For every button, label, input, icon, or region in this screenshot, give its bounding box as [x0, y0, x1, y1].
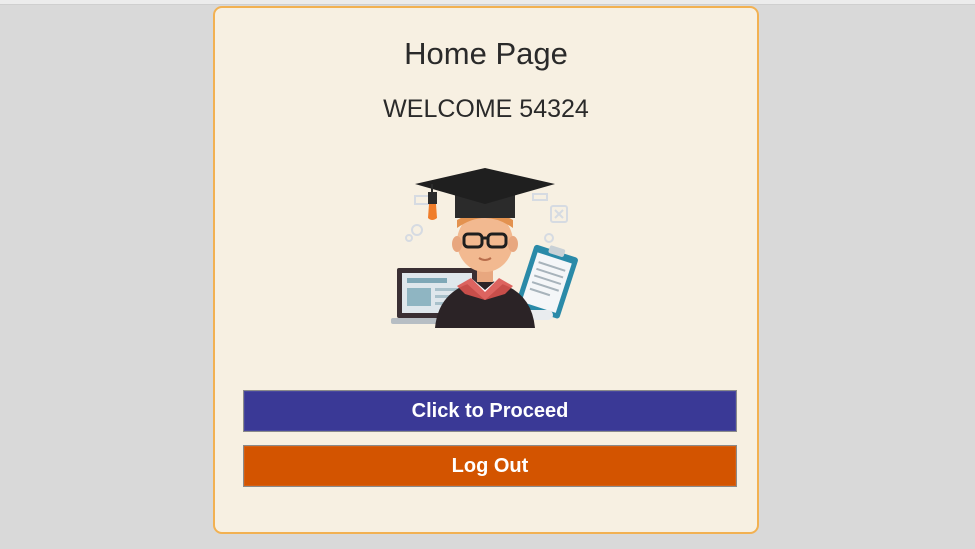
proceed-button[interactable]: Click to Proceed: [243, 390, 737, 432]
page-title: Home Page: [404, 36, 568, 71]
welcome-message: WELCOME 54324: [383, 95, 589, 123]
graduate-student-icon: [391, 168, 578, 328]
logout-button[interactable]: Log Out: [243, 445, 737, 487]
home-card: Home Page WELCOME 54324 Click to Proceed…: [213, 6, 759, 534]
browser-top-edge: [0, 0, 975, 5]
